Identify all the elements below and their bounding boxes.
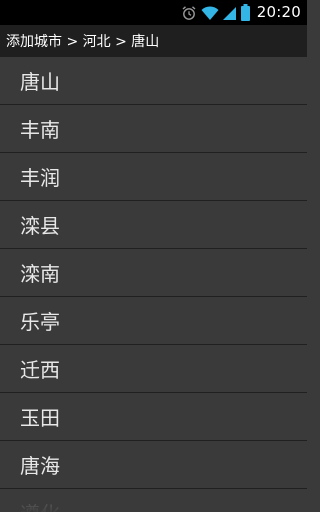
city-label: 唐海 — [20, 454, 60, 478]
breadcrumb: 添加城市 > 河北 > 唐山 — [6, 31, 159, 51]
status-bar: 20:20 — [0, 0, 307, 25]
city-list-item[interactable]: 乐亭 — [0, 297, 307, 345]
city-list-item[interactable]: 丰南 — [0, 105, 307, 153]
city-list-item[interactable]: 迁西 — [0, 345, 307, 393]
city-list-item[interactable]: 玉田 — [0, 393, 307, 441]
breadcrumb-province[interactable]: 河北 — [83, 34, 111, 50]
status-clock: 20:20 — [256, 3, 301, 21]
city-list-item[interactable]: 唐海 — [0, 441, 307, 489]
screen: 20:20 添加城市 > 河北 > 唐山 唐山 丰南 丰润 滦县 滦南 乐亭 迁… — [0, 0, 307, 512]
wifi-icon — [201, 5, 219, 20]
city-label: 滦县 — [20, 214, 60, 238]
page-title: 添加城市 — [6, 34, 62, 50]
city-label: 遵化 — [20, 498, 60, 512]
city-list[interactable]: 唐山 丰南 丰润 滦县 滦南 乐亭 迁西 玉田 唐海 遵化 — [0, 57, 307, 512]
breadcrumb-separator: > — [110, 34, 132, 50]
city-list-item[interactable]: 唐山 — [0, 57, 307, 105]
title-bar: 添加城市 > 河北 > 唐山 — [0, 25, 307, 57]
city-label: 丰润 — [20, 166, 60, 190]
city-label: 迁西 — [20, 358, 60, 382]
city-label: 丰南 — [20, 118, 60, 142]
city-list-item[interactable]: 遵化 — [0, 489, 307, 512]
city-label: 滦南 — [20, 262, 60, 286]
breadcrumb-separator: > — [62, 34, 83, 50]
signal-icon — [222, 6, 236, 20]
breadcrumb-city: 唐山 — [131, 34, 160, 50]
alarm-icon — [182, 5, 196, 20]
city-label: 玉田 — [20, 406, 60, 430]
city-list-item[interactable]: 滦县 — [0, 201, 307, 249]
city-label: 唐山 — [20, 70, 60, 94]
battery-icon — [240, 4, 250, 21]
city-label: 乐亭 — [20, 310, 60, 334]
city-list-item[interactable]: 滦南 — [0, 249, 307, 297]
status-icons: 20:20 — [181, 0, 301, 25]
city-list-item[interactable]: 丰润 — [0, 153, 307, 201]
